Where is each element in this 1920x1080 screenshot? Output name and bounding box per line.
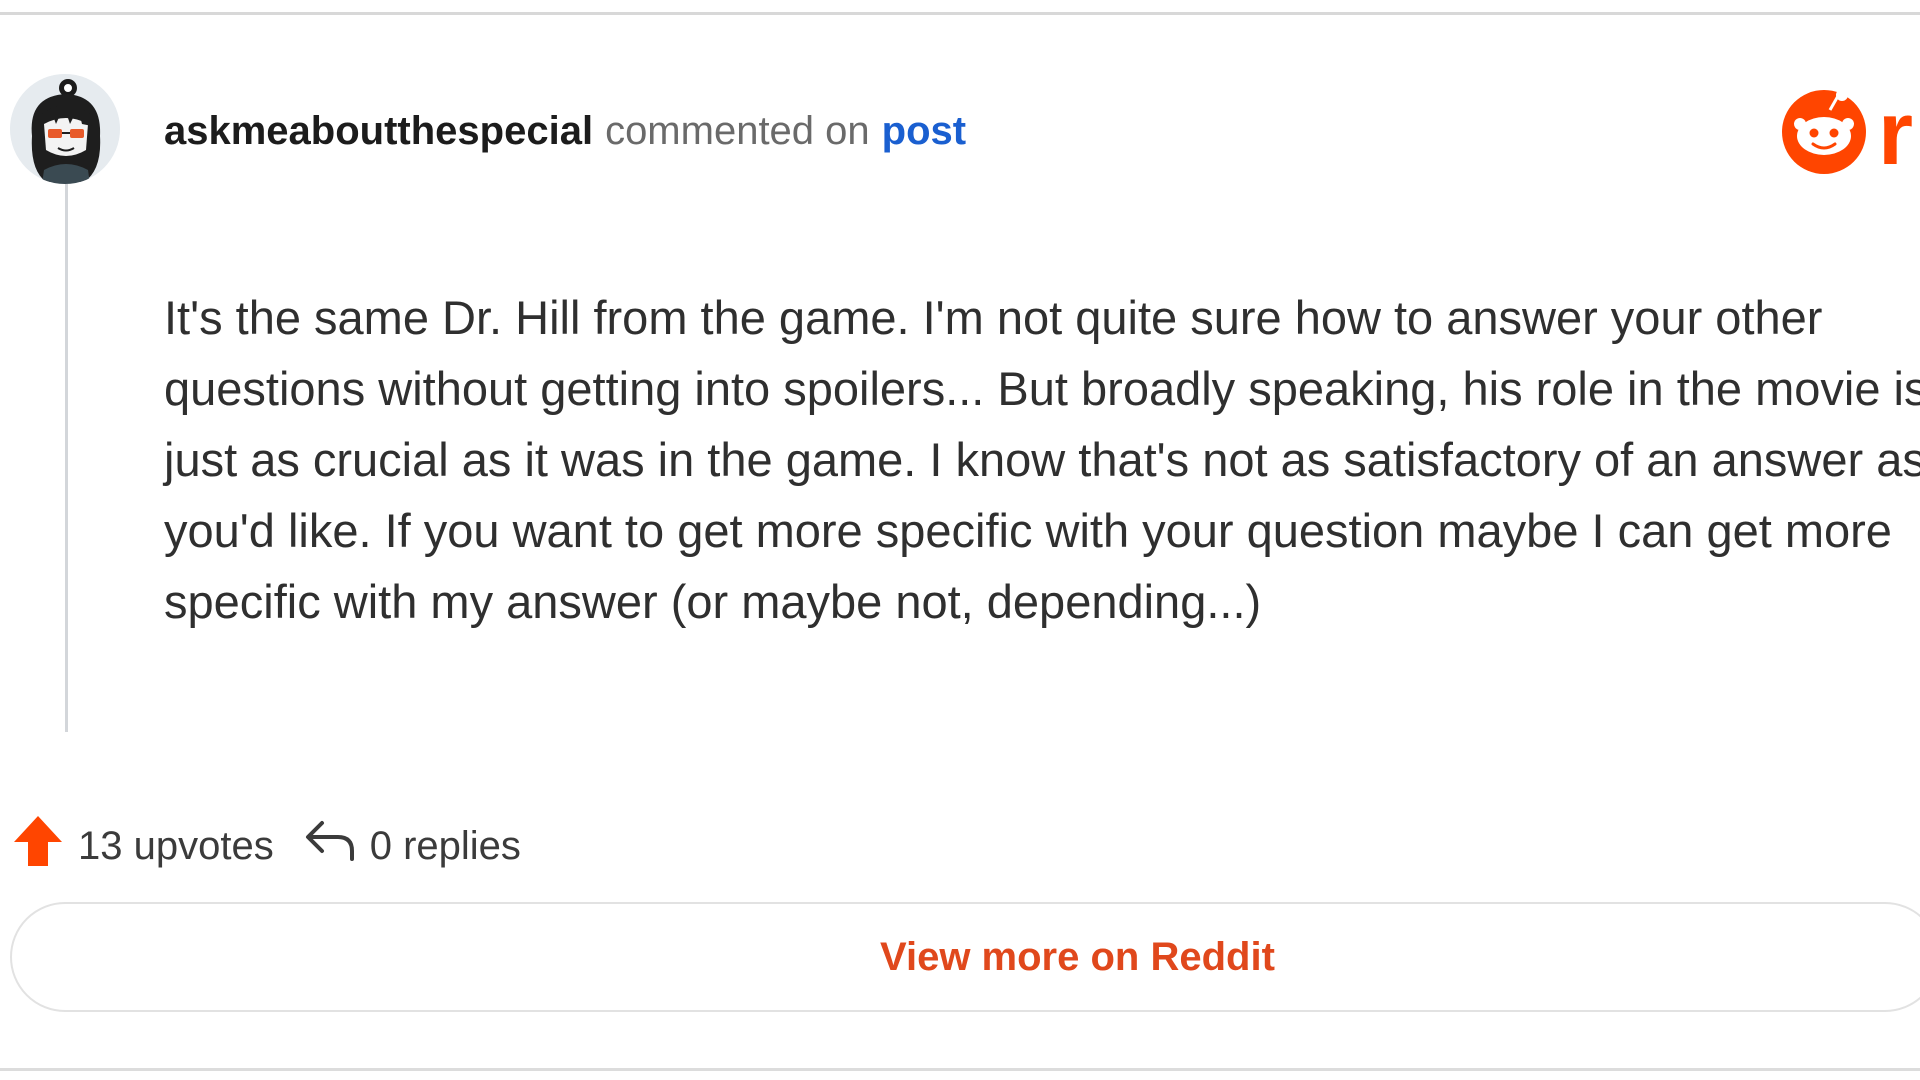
comment-line: questions without getting into spoilers.… <box>164 362 1920 415</box>
reddit-logo-icon: r <box>1782 84 1913 178</box>
comment-body: It's the same Dr. Hill from the game. I'… <box>164 282 1920 637</box>
comment-actions: 13 upvotes 0 replies <box>12 816 521 874</box>
username-link[interactable]: askmeaboutthespecial <box>164 109 593 154</box>
bottom-divider <box>0 1068 1920 1071</box>
comment-line: just as crucial as it was in the game. I… <box>164 433 1920 486</box>
reddit-wordmark: r <box>1878 84 1913 178</box>
view-more-on-reddit-button[interactable]: View more on Reddit <box>10 902 1920 1012</box>
view-more-label: View more on Reddit <box>880 934 1275 979</box>
avatar[interactable] <box>10 74 120 184</box>
upvote-arrow-icon <box>12 814 64 878</box>
comment-line: you'd like. If you want to get more spec… <box>164 504 1892 557</box>
upvote-button[interactable]: 13 upvotes <box>12 814 274 878</box>
replies-button[interactable]: 0 replies <box>304 819 521 873</box>
reply-arrow-icon <box>304 819 356 873</box>
thread-line <box>65 184 68 732</box>
comment-line: It's the same Dr. Hill from the game. I'… <box>164 291 1823 344</box>
reply-count: 0 replies <box>369 823 521 868</box>
comment-header: askmeaboutthespecial commented on post <box>164 104 966 158</box>
reddit-logo[interactable]: r <box>1780 82 1920 178</box>
avatar-image <box>10 74 120 184</box>
upvote-count: 13 upvotes <box>78 823 274 868</box>
commented-on-label: commented on <box>605 108 870 153</box>
top-divider <box>0 12 1920 15</box>
reddit-embed-page: askmeaboutthespecial commented on post r… <box>0 0 1920 1080</box>
comment-line: specific with my answer (or maybe not, d… <box>164 575 1262 628</box>
post-link[interactable]: post <box>882 109 966 154</box>
